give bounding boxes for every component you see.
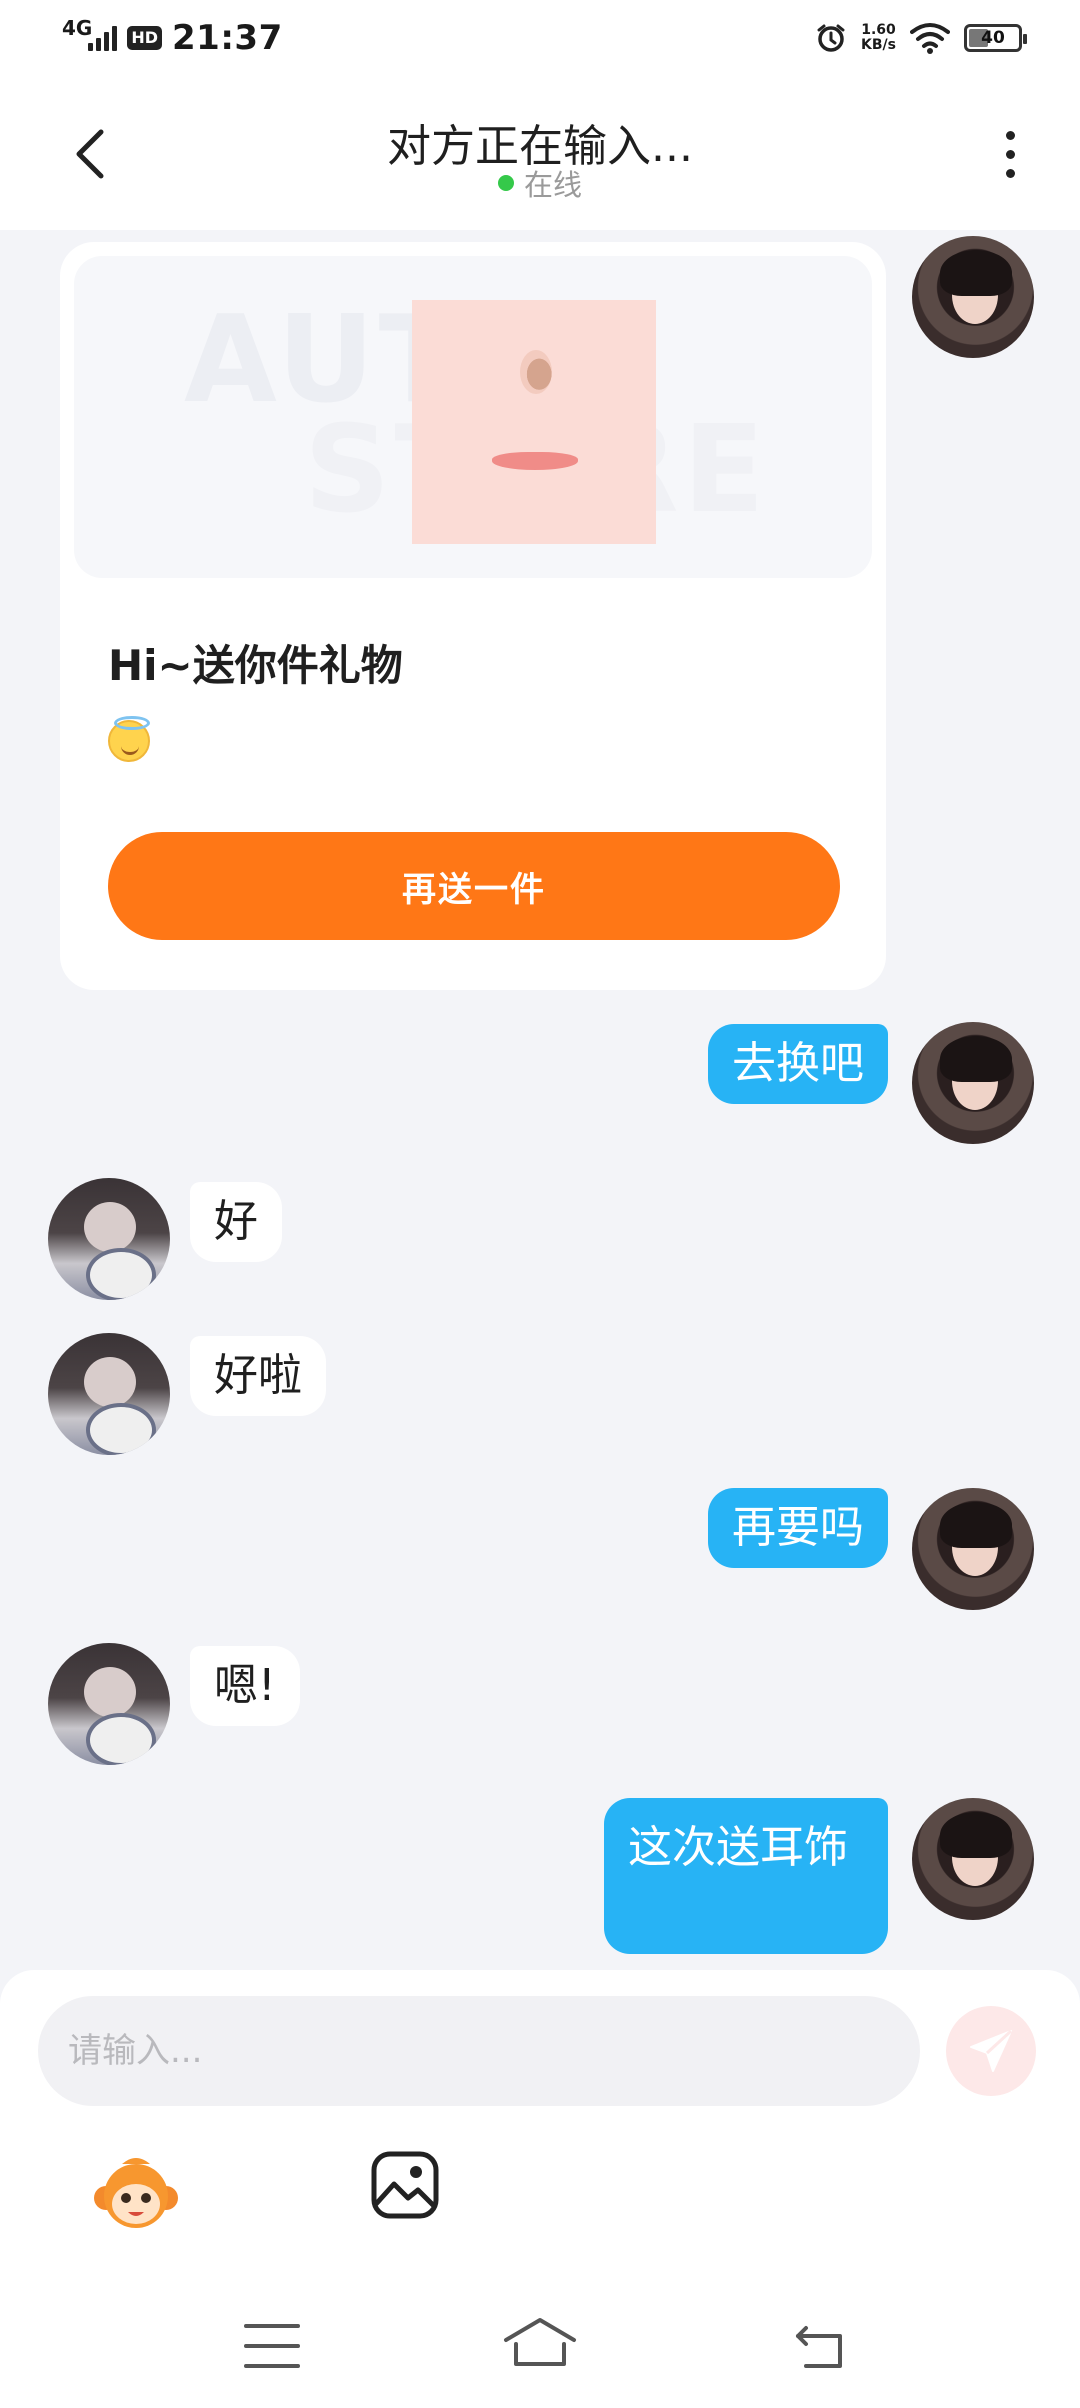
menu-line-icon [244,2324,300,2328]
more-dot-icon [1005,168,1015,178]
menu-line-icon [244,2364,300,2368]
status-right: 1.60 KB/s 40 [815,22,1027,54]
avatar-self[interactable] [912,1798,1034,1920]
battery-level: 40 [981,28,1005,48]
chat-header: 对方正在输入... 在线 [0,80,1080,230]
paper-plane-icon [970,2029,1013,2072]
monkey-mascot-icon[interactable] [92,2150,180,2238]
status-bar: 4G HD 21:37 1.60 KB/s 40 [0,0,1080,80]
avatar-self[interactable] [912,236,1034,358]
battery-icon: 40 [964,24,1027,52]
recent-apps-button[interactable] [244,2324,300,2368]
status-left: 4G HD 21:37 [62,18,283,58]
avatar-other[interactable] [48,1643,170,1765]
message-input[interactable] [38,1996,920,2106]
message-bubble-other[interactable]: 好 [190,1182,282,1262]
more-dot-icon [1005,149,1015,159]
gift-card-title: Hi~送你件礼物 [108,641,403,690]
message-bubble-self[interactable]: 再要吗 [708,1488,888,1568]
signal-icon [88,25,118,51]
hd-badge: HD [127,26,163,50]
online-dot-icon [497,175,514,191]
avatar-other[interactable] [48,1333,170,1455]
message-bubble-other[interactable]: 好啦 [190,1336,326,1416]
chat-screen: 4G HD 21:37 1.60 KB/s 40 对方正在输入... 在线 Hi… [0,0,1080,2408]
system-navigation-bar [0,2290,1080,2400]
speed-value: 1.60 [861,22,896,38]
online-status: 在线 [0,162,1080,204]
network-type: 4G [62,16,93,40]
lips-preview [492,452,578,470]
speed-unit: KB/s [861,37,896,53]
avatar-other[interactable] [48,1178,170,1300]
system-back-icon[interactable] [792,2320,848,2372]
more-dot-icon [1005,130,1015,140]
status-time: 21:37 [172,18,283,58]
send-button[interactable] [946,2006,1036,2096]
alarm-icon [817,24,845,52]
message-bubble-self[interactable]: 去换吧 [708,1024,888,1104]
earring-preview [520,350,552,394]
message-list[interactable]: AUTAR STORE Hi~送你件礼物 再送一件 去换吧 好 好啦 再要吗 嗯… [0,230,1080,1970]
online-status-text: 在线 [523,168,582,202]
wifi-icon [910,23,950,54]
home-icon[interactable] [500,2314,580,2374]
gift-card-message[interactable]: AUTAR STORE Hi~送你件礼物 再送一件 [60,242,886,990]
avatar-self[interactable] [912,1488,1034,1610]
more-options-button[interactable] [990,124,1030,184]
avatar-self[interactable] [912,1022,1034,1144]
menu-line-icon [244,2344,300,2348]
gift-preview[interactable]: AUTAR STORE [74,256,872,578]
message-bubble-other[interactable]: 嗯! [190,1646,300,1726]
send-another-gift-button[interactable]: 再送一件 [108,832,840,940]
image-picker-icon[interactable] [370,2150,440,2220]
gift-item-image [412,300,656,544]
network-speed: 1.60 KB/s [861,23,896,53]
message-bubble-self[interactable]: 这次送耳饰 [604,1798,888,1954]
smiling-halo-emoji-icon [108,716,150,762]
